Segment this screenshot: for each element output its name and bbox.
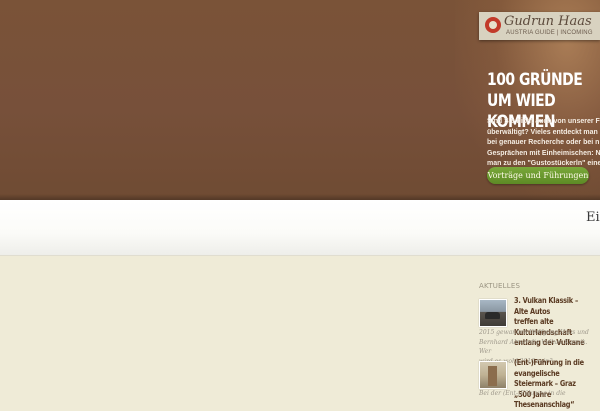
- sidebar-heading: AKTUELLES: [479, 282, 521, 290]
- logo-name: Gudrun Haas: [504, 14, 592, 29]
- hero-banner: Gudrun Haas AUSTRIA GUIDE | INCOMING 100…: [0, 0, 600, 200]
- intro-text: Ein: [586, 210, 600, 225]
- logo-emblem-icon: [485, 17, 501, 33]
- hero-text: Sind Sie nicht auch von unserer F überwä…: [487, 118, 600, 167]
- church-photo-icon[interactable]: [479, 361, 507, 389]
- vintage-car-photo-icon[interactable]: [479, 299, 507, 327]
- news-excerpt: Bei der (Ent-)Führung in die: [479, 390, 566, 397]
- site-logo[interactable]: Gudrun Haas AUSTRIA GUIDE | INCOMING: [479, 12, 600, 40]
- logo-tagline: AUSTRIA GUIDE | INCOMING: [506, 30, 593, 36]
- tours-button[interactable]: Vorträge und Führungen: [487, 167, 589, 184]
- intro-band: Ein: [0, 200, 600, 256]
- news-title-link[interactable]: (Ent-)Führung in die evangelische Steier…: [514, 358, 593, 411]
